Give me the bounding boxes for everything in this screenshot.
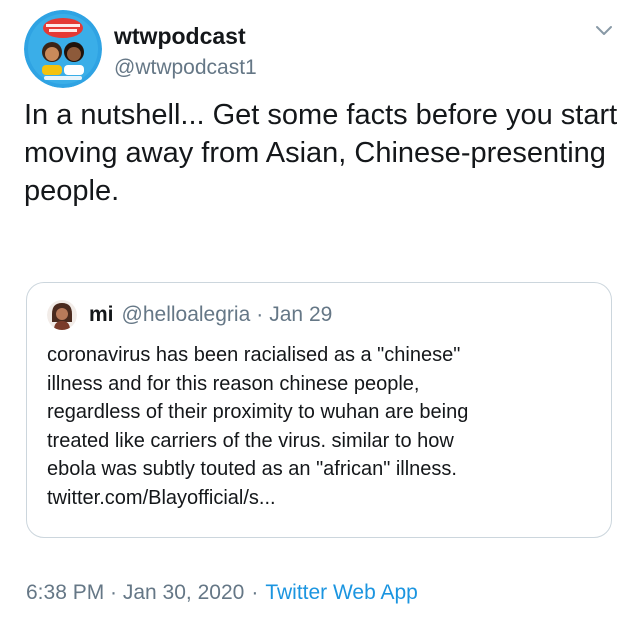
chevron-down-icon [596, 26, 612, 35]
timestamp[interactable]: 6:38 PM · Jan 30, 2020 [26, 581, 244, 604]
footer-separator: · [251, 581, 259, 604]
podcast-logo-icon [24, 10, 102, 88]
display-name[interactable]: wtwpodcast [114, 22, 257, 50]
quote-handle: @helloalegria [121, 303, 251, 326]
quote-link[interactable]: twitter.com/Blayofficial/s... [47, 484, 597, 513]
tweet-header: wtwpodcast @wtwpodcast1 [24, 10, 616, 90]
quote-text-line: regardless of their proximity to wuhan a… [47, 401, 469, 423]
quote-text: coronavirus has been racialised as a "ch… [47, 341, 597, 512]
quote-separator: · [256, 303, 264, 326]
quote-text-line: ebola was subtly touted as an "african" … [47, 458, 457, 480]
quote-header: mi @helloalegria · Jan 29 [47, 299, 332, 331]
source-link[interactable]: Twitter Web App [265, 581, 418, 604]
quote-text-line: treated like carriers of the virus. simi… [47, 429, 454, 452]
quote-display-name: mi [89, 303, 114, 326]
tweet: wtwpodcast @wtwpodcast1 In a nutshell...… [0, 0, 640, 618]
avatar[interactable] [24, 10, 102, 88]
quote-text-line: coronavirus has been racialised as a "ch… [47, 344, 461, 366]
tweet-footer: 6:38 PM · Jan 30, 2020 · Twitter Web App [26, 578, 418, 608]
author-names: wtwpodcast @wtwpodcast1 [114, 22, 257, 82]
quote-text-line: illness and for this reason chinese peop… [47, 372, 420, 395]
quoted-tweet[interactable]: mi @helloalegria · Jan 29 coronavirus ha… [26, 282, 612, 538]
quote-avatar [47, 300, 77, 330]
quote-date: Jan 29 [269, 303, 333, 326]
tweet-text: In a nutshell... Get some facts before y… [24, 99, 618, 207]
more-options-button[interactable] [594, 24, 614, 38]
user-avatar-icon [47, 300, 77, 330]
handle[interactable]: @wtwpodcast1 [114, 54, 257, 82]
